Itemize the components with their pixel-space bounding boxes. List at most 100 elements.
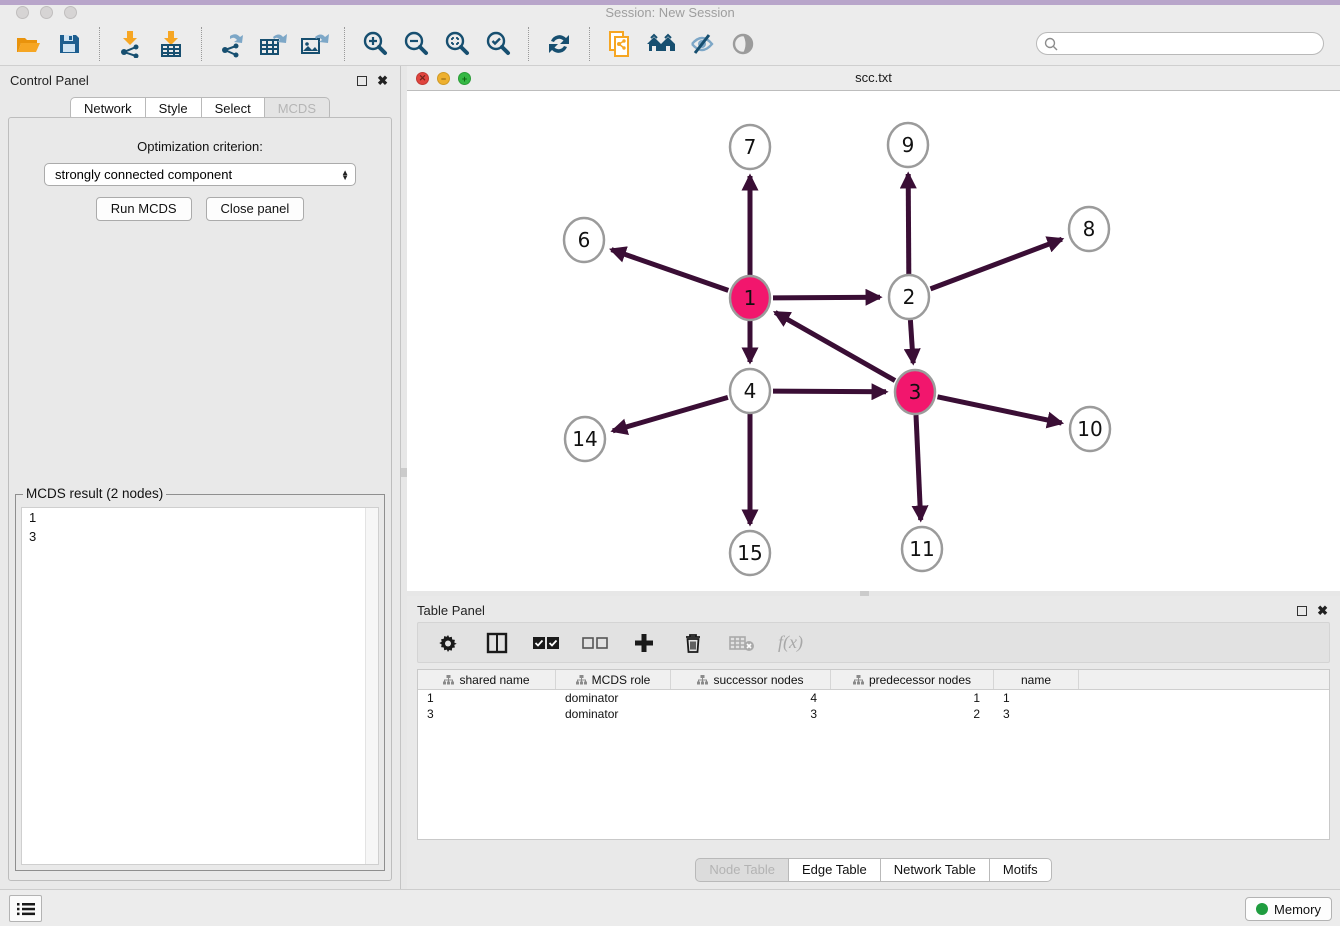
column-header-predecessor-nodes[interactable]: predecessor nodes <box>831 670 994 689</box>
close-panel-icon[interactable]: ✖ <box>377 76 388 86</box>
table-cell[interactable]: dominator <box>556 690 671 706</box>
graph-edge-3-10[interactable] <box>938 397 1062 423</box>
deselect-all-icon[interactable] <box>582 630 608 656</box>
tab-node-table[interactable]: Node Table <box>695 858 789 882</box>
node-table[interactable]: shared nameMCDS rolesuccessor nodesprede… <box>417 669 1330 840</box>
add-column-icon[interactable] <box>631 630 657 656</box>
table-settings-icon[interactable] <box>435 630 461 656</box>
graph-node-4[interactable]: 4 <box>730 369 770 413</box>
graph-edge-2-3[interactable] <box>910 320 913 363</box>
node-label: 1 <box>744 286 757 310</box>
zoom-in-icon[interactable] <box>359 28 391 60</box>
column-header-successor-nodes[interactable]: successor nodes <box>671 670 831 689</box>
graph-edge-2-9[interactable] <box>908 174 909 274</box>
close-panel-button[interactable]: Close panel <box>206 197 305 221</box>
memory-status-icon <box>1256 903 1268 915</box>
graph-node-7[interactable]: 7 <box>730 125 770 169</box>
graph-node-2[interactable]: 2 <box>889 275 929 319</box>
delete-column-icon[interactable] <box>680 630 706 656</box>
zoom-selected-icon[interactable] <box>482 28 514 60</box>
apply-function-icon[interactable]: f(x) <box>778 632 803 653</box>
graph-edge-1-6[interactable] <box>611 250 728 291</box>
table-cell[interactable]: 3 <box>418 706 556 722</box>
table-row[interactable]: 3dominator323 <box>418 706 1329 722</box>
import-network-icon[interactable] <box>114 28 146 60</box>
table-cell[interactable]: 1 <box>994 690 1079 706</box>
column-header-mcds-role[interactable]: MCDS role <box>556 670 671 689</box>
close-panel-icon[interactable]: ✖ <box>1317 606 1328 616</box>
zoom-fit-icon[interactable] <box>441 28 473 60</box>
export-image-icon[interactable] <box>298 28 330 60</box>
tab-motifs[interactable]: Motifs <box>990 858 1052 882</box>
sort-column-icon <box>697 675 708 685</box>
mcds-result-box: MCDS result (2 nodes) 13 <box>15 494 385 871</box>
float-panel-icon[interactable] <box>1297 606 1307 616</box>
column-header-name[interactable]: name <box>994 670 1079 689</box>
search-box[interactable] <box>1036 32 1324 55</box>
graph-node-1[interactable]: 1 <box>730 276 770 320</box>
memory-label: Memory <box>1274 902 1321 917</box>
toolbar-separator <box>99 27 100 61</box>
graph-node-15[interactable]: 15 <box>730 531 770 575</box>
hide-selected-icon[interactable] <box>686 28 718 60</box>
table-cell[interactable]: 1 <box>831 690 994 706</box>
optimization-dropdown-value: strongly connected component <box>55 167 232 182</box>
graph-edge-3-11[interactable] <box>916 415 921 520</box>
toolbar-separator <box>344 27 345 61</box>
graph-node-6[interactable]: 6 <box>564 218 604 262</box>
graph-node-3[interactable]: 3 <box>895 370 935 414</box>
tab-network-table[interactable]: Network Table <box>881 858 990 882</box>
memory-button[interactable]: Memory <box>1245 897 1332 921</box>
network-canvas[interactable]: 7 9 6 8 1 2 4 3 10 14 15 11 <box>407 91 1340 590</box>
toolbar-separator <box>528 27 529 61</box>
table-cell[interactable]: dominator <box>556 706 671 722</box>
search-input[interactable] <box>1063 36 1316 51</box>
export-table-icon[interactable] <box>257 28 289 60</box>
tab-edge-table[interactable]: Edge Table <box>789 858 881 882</box>
optimization-dropdown[interactable]: strongly connected component ▲▼ <box>44 163 356 186</box>
clone-network-icon[interactable] <box>604 28 636 60</box>
optimization-label: Optimization criterion: <box>9 139 391 154</box>
table-cell[interactable]: 1 <box>418 690 556 706</box>
first-neighbors-icon[interactable] <box>645 28 677 60</box>
save-session-icon[interactable] <box>53 28 85 60</box>
graph-edge-3-1[interactable] <box>775 312 895 380</box>
graph-node-10[interactable]: 10 <box>1070 407 1110 451</box>
graph-edge-1-2[interactable] <box>773 297 880 298</box>
table-row[interactable]: 1dominator411 <box>418 690 1329 706</box>
graph-node-8[interactable]: 8 <box>1069 207 1109 251</box>
table-cell[interactable]: 4 <box>671 690 831 706</box>
graph-node-9[interactable]: 9 <box>888 123 928 167</box>
export-network-icon[interactable] <box>216 28 248 60</box>
graph-edge-4-14[interactable] <box>613 397 728 431</box>
mcds-panel: Optimization criterion: strongly connect… <box>8 117 392 881</box>
node-label: 7 <box>744 135 757 159</box>
column-header-shared-name[interactable]: shared name <box>418 670 556 689</box>
graph-edge-2-8[interactable] <box>931 239 1062 289</box>
table-cell[interactable]: 3 <box>671 706 831 722</box>
graph-node-11[interactable]: 11 <box>902 527 942 571</box>
open-file-icon[interactable] <box>12 28 44 60</box>
toolbar-separator <box>201 27 202 61</box>
result-scrollbar[interactable] <box>365 508 378 864</box>
show-hidden-icon[interactable] <box>727 28 759 60</box>
node-label: 14 <box>572 427 597 451</box>
mcds-result-item[interactable]: 1 <box>22 508 378 527</box>
table-cell[interactable]: 2 <box>831 706 994 722</box>
run-mcds-button[interactable]: Run MCDS <box>96 197 192 221</box>
column-visibility-icon[interactable] <box>484 630 510 656</box>
refresh-icon[interactable] <box>543 28 575 60</box>
float-panel-icon[interactable] <box>357 76 367 86</box>
table-cell[interactable]: 3 <box>994 706 1079 722</box>
mcds-result-list[interactable]: 13 <box>21 507 379 865</box>
table-header-row: shared nameMCDS rolesuccessor nodesprede… <box>418 670 1329 690</box>
import-table-icon[interactable] <box>155 28 187 60</box>
delete-table-icon[interactable] <box>729 630 755 656</box>
zoom-out-icon[interactable] <box>400 28 432 60</box>
mcds-result-item[interactable]: 3 <box>22 527 378 546</box>
task-history-button[interactable] <box>9 895 42 922</box>
status-bar: Memory <box>0 889 1340 926</box>
select-all-icon[interactable] <box>533 630 559 656</box>
graph-edge-4-3[interactable] <box>773 391 886 392</box>
graph-node-14[interactable]: 14 <box>565 417 605 461</box>
